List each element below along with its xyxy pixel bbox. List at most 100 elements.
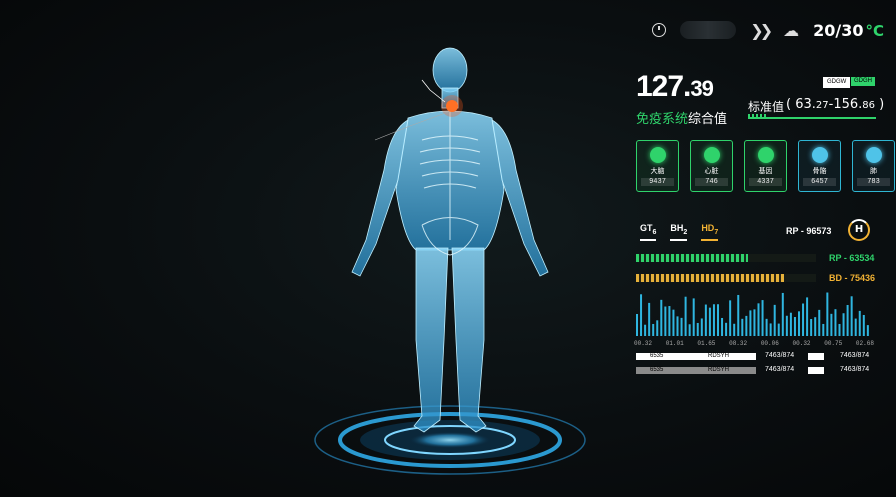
status-bar: ❯❯ ☁ 20/30 °C (652, 18, 884, 42)
wave-bar (830, 313, 833, 336)
wave-bar (708, 307, 711, 336)
lung-icon (865, 147, 882, 163)
body-hologram (314, 47, 586, 475)
wave-bar (729, 300, 732, 336)
wave-bar (793, 317, 796, 336)
wave-bar (806, 297, 809, 336)
wave-tick: 08.32 (729, 340, 748, 347)
organ-card-bone[interactable]: 骨骼 6457 (798, 140, 841, 192)
wave-bar (688, 324, 691, 336)
organ-card-brain[interactable]: 大脑 9437 (636, 140, 679, 192)
weather-icon: ☁ (783, 20, 800, 40)
waveform-ticks: 00.32 01.01 01.65 08.32 00.06 00.32 00.7… (634, 340, 874, 347)
wave-bar (814, 317, 817, 336)
wave-bar (858, 310, 861, 336)
wave-bar (680, 317, 683, 336)
wave-bar (773, 304, 776, 336)
wave-bar (838, 323, 841, 336)
double-chevron-icon[interactable]: ❯❯ (750, 21, 773, 40)
wave-bar (842, 313, 845, 336)
bd-progress-bar (636, 274, 816, 282)
wave-bar (802, 303, 805, 336)
wave-bar (749, 310, 752, 336)
standard-value-label: 标准值 (748, 100, 785, 114)
wave-bar (660, 299, 663, 336)
wave-bar (781, 292, 784, 336)
bone-icon (811, 147, 828, 163)
wave-bar (761, 300, 764, 336)
wave-bar (765, 318, 768, 336)
wave-bar (785, 315, 788, 336)
rp-progress-label: RP - 63534 (829, 253, 875, 263)
brain-icon (649, 147, 666, 163)
timer-icon[interactable] (652, 23, 667, 37)
data-row-1-bar[interactable]: 6535 RDSYH (636, 353, 756, 360)
wave-tick: 02.68 (855, 340, 874, 347)
wave-bar (818, 309, 821, 336)
h-badge-icon[interactable]: H (848, 219, 870, 241)
organ-cards: 大脑 9437 心脏 746 基因 4337 骨骼 6457 肺 783 (636, 140, 895, 192)
wave-bar (834, 309, 837, 336)
wave-tick: 00.06 (760, 340, 779, 347)
wave-tick: 01.65 (697, 340, 716, 347)
signal-waveform (636, 292, 869, 336)
wave-bar (700, 318, 703, 336)
wave-bar (640, 294, 643, 336)
indicator-chips: GT6 BH2 HD7 (640, 223, 719, 241)
wave-bar (846, 304, 849, 336)
data-row-1-value-2: 7463/874 (840, 352, 870, 359)
temperature-readout: 20/30 °C (813, 20, 884, 40)
wave-bar (636, 314, 638, 336)
wave-bar (862, 314, 865, 336)
wave-bar (850, 296, 853, 336)
wave-bar (826, 292, 829, 336)
wave-bar (684, 296, 687, 336)
rp-progress-bar (636, 254, 816, 262)
data-row-2-bar[interactable]: 6535 RDSYH (636, 367, 756, 374)
wave-bar (717, 304, 719, 336)
wave-bar (721, 317, 724, 336)
wave-bar (692, 298, 695, 336)
wave-bar (798, 311, 800, 336)
rp-main-value: RP - 96573 (786, 226, 832, 236)
data-row-2-value-2: 7463/874 (840, 366, 870, 373)
hidden-time-display (680, 21, 737, 39)
wave-bar (741, 318, 744, 336)
tag-gdgw[interactable]: GDGW (823, 77, 851, 88)
heart-icon (703, 147, 720, 163)
wave-bar (704, 304, 707, 336)
wave-tick: 01.01 (665, 340, 684, 347)
gene-icon (757, 147, 774, 163)
wave-tick: 00.75 (824, 340, 843, 347)
wave-bar (725, 322, 728, 336)
wave-bar (644, 324, 647, 336)
organ-card-heart[interactable]: 心脏 746 (690, 140, 733, 192)
chip-bh[interactable]: BH2 (670, 223, 688, 241)
wave-bar (810, 318, 813, 336)
wave-bar (757, 303, 760, 336)
wave-bar (745, 315, 748, 336)
data-row-2-marker (808, 367, 824, 374)
organ-card-gene[interactable]: 基因 4337 (744, 140, 787, 192)
wave-bar (656, 320, 659, 336)
wave-tick: 00.32 (634, 340, 653, 347)
wave-bar (737, 294, 740, 336)
organ-card-lung[interactable]: 肺 783 (852, 140, 895, 192)
chip-hd[interactable]: HD7 (701, 223, 719, 241)
wave-bar (648, 302, 651, 336)
chip-gt[interactable]: GT6 (640, 223, 657, 241)
data-row-1-value: 7463/874 (765, 352, 795, 359)
wave-bar (664, 306, 667, 336)
wave-bar (822, 323, 825, 336)
wave-bar (789, 312, 792, 336)
wave-bar (866, 325, 869, 336)
standard-hatch (748, 114, 768, 119)
wave-bar (696, 322, 699, 336)
wave-bar (668, 306, 671, 336)
tag-gdgh[interactable]: GDGH (851, 77, 875, 86)
wave-bar (753, 309, 756, 336)
wave-bar (712, 304, 715, 336)
wave-bar (777, 323, 780, 336)
wave-bar (769, 323, 772, 336)
bd-progress-label: BD - 75436 (829, 273, 876, 283)
